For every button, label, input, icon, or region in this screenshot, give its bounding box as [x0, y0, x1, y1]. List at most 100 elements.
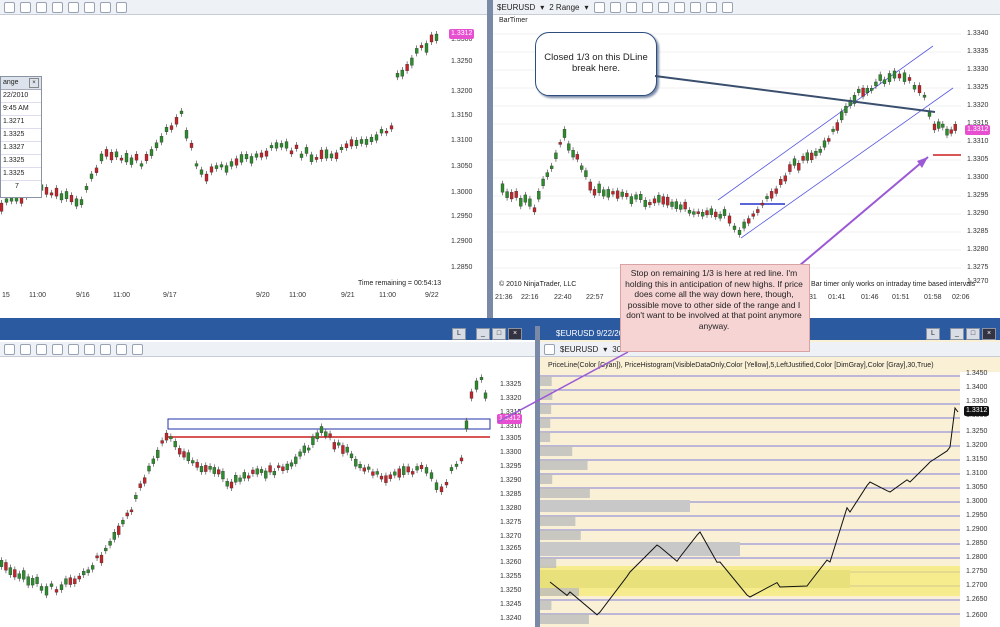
- candle-body: [424, 467, 429, 474]
- candle-body: [182, 451, 186, 458]
- candle-body: [500, 183, 505, 193]
- zoom-out-icon[interactable]: [52, 1, 63, 13]
- candle-body: [648, 202, 652, 206]
- candle-body: [114, 151, 119, 158]
- x-tick-label: 9/22: [425, 292, 439, 299]
- candle-body: [549, 165, 554, 169]
- instrument-selector[interactable]: $EURUSD: [497, 3, 535, 12]
- data-box-header: ange ×: [1, 77, 41, 90]
- properties-icon[interactable]: [84, 343, 95, 355]
- indicators-icon[interactable]: [100, 343, 111, 355]
- candle-body: [878, 74, 882, 81]
- candle-body: [388, 474, 393, 479]
- zoom-out-icon[interactable]: [641, 1, 653, 13]
- data-box-icon[interactable]: [132, 343, 143, 355]
- candle-body: [415, 48, 419, 54]
- maximize-button[interactable]: □: [966, 328, 980, 340]
- data-box-icon[interactable]: [721, 1, 733, 13]
- candle-body: [276, 465, 281, 468]
- dropdown-arrow-icon[interactable]: [4, 343, 15, 355]
- bottom-right-price-chart[interactable]: [540, 372, 960, 627]
- close-button[interactable]: ×: [508, 328, 522, 340]
- link-button[interactable]: L: [926, 328, 940, 340]
- candle-body: [204, 465, 208, 472]
- drag-icon[interactable]: [68, 1, 79, 13]
- crosshair-icon[interactable]: [20, 1, 31, 13]
- instrument-selector[interactable]: $EURUSD: [560, 345, 598, 354]
- minimize-button[interactable]: _: [950, 328, 964, 340]
- x-tick-label: 21:36: [495, 294, 513, 301]
- pane-splitter-horizontal[interactable]: [0, 318, 1000, 326]
- crosshair-icon[interactable]: [657, 1, 669, 13]
- maximize-button[interactable]: □: [492, 328, 506, 340]
- x-tick-label: 11:00: [289, 292, 306, 299]
- top-left-price-chart[interactable]: [0, 16, 445, 306]
- y-tick-label: 1.3400: [966, 384, 988, 391]
- candle-body: [852, 95, 857, 104]
- x-tick-label: 9/16: [76, 292, 90, 299]
- dropdown-arrow-icon[interactable]: ▾: [603, 345, 607, 354]
- x-tick-label: 31: [809, 294, 817, 301]
- candle-body: [234, 475, 238, 483]
- minimize-button[interactable]: _: [476, 328, 490, 340]
- y-tick-label: 1.2950: [966, 512, 988, 519]
- close-button[interactable]: ×: [982, 328, 996, 340]
- drawing-tools-icon[interactable]: [20, 343, 31, 355]
- candle-body: [814, 150, 818, 156]
- crosshair-icon[interactable]: [68, 343, 79, 355]
- candle-body: [643, 200, 647, 207]
- candle-body: [661, 196, 665, 205]
- current-price-marker: 1.3312: [964, 406, 990, 416]
- candle-body: [687, 210, 692, 214]
- candle-body: [657, 194, 661, 203]
- bottom-left-price-chart[interactable]: [0, 357, 492, 627]
- zoom-in-icon[interactable]: [625, 1, 637, 13]
- candle-body: [224, 165, 229, 173]
- zoom-out-icon[interactable]: [52, 343, 63, 355]
- candle-body: [13, 569, 17, 578]
- data-box-window[interactable]: ange × 22/2010 9:45 AM 1.3271 1.3325 1.3…: [0, 76, 42, 198]
- candle-body: [953, 124, 957, 131]
- chart-style-icon[interactable]: [100, 1, 111, 13]
- candle-body: [79, 199, 84, 205]
- zoom-in-icon[interactable]: [36, 343, 47, 355]
- dropdown-arrow-icon[interactable]: ▾: [540, 3, 544, 12]
- data-box-row: 1.3325: [1, 155, 41, 168]
- candle-body: [449, 467, 454, 471]
- zoom-in-icon[interactable]: [36, 1, 47, 13]
- link-button[interactable]: L: [452, 328, 466, 340]
- y-tick-label: 1.3240: [500, 615, 522, 622]
- properties-icon[interactable]: [84, 1, 95, 13]
- volume-histogram-bar: [540, 432, 551, 442]
- candle-body: [434, 33, 439, 41]
- top-right-toolbar: $EURUSD ▾ 2 Range ▾: [493, 0, 1000, 15]
- dropdown-arrow-icon[interactable]: [4, 1, 15, 13]
- current-price-marker: 1.3312: [449, 29, 475, 39]
- candle-body: [848, 99, 852, 106]
- volume-histogram-bar: [540, 558, 557, 568]
- top-left-toolbar: [0, 0, 487, 15]
- data-box-icon[interactable]: [116, 1, 127, 13]
- candle-body: [857, 88, 861, 93]
- strategies-icon[interactable]: [116, 343, 127, 355]
- period-selector[interactable]: 2 Range: [549, 3, 579, 12]
- y-tick-label: 1.3260: [500, 559, 522, 566]
- strategies-icon[interactable]: [705, 1, 717, 13]
- close-icon[interactable]: ×: [29, 78, 39, 88]
- candle-body: [104, 547, 108, 552]
- volume-histogram-bar: [540, 404, 552, 414]
- dropdown-arrow-icon[interactable]: ▾: [585, 3, 589, 12]
- volume-histogram-bar: [540, 390, 553, 400]
- candle-body: [384, 475, 388, 483]
- candle-body: [0, 202, 4, 212]
- chart-style-icon[interactable]: [593, 1, 605, 13]
- volume-histogram-bar: [540, 446, 573, 456]
- candle-body: [285, 463, 289, 471]
- indicators-icon[interactable]: [689, 1, 701, 13]
- drawing-tools-icon[interactable]: [609, 1, 621, 13]
- x-tick-label: 11:00: [113, 292, 130, 299]
- properties-icon[interactable]: [673, 1, 685, 13]
- chart-icon[interactable]: [544, 343, 555, 355]
- candle-body: [44, 187, 49, 195]
- y-tick-label: 1.3310: [967, 138, 989, 145]
